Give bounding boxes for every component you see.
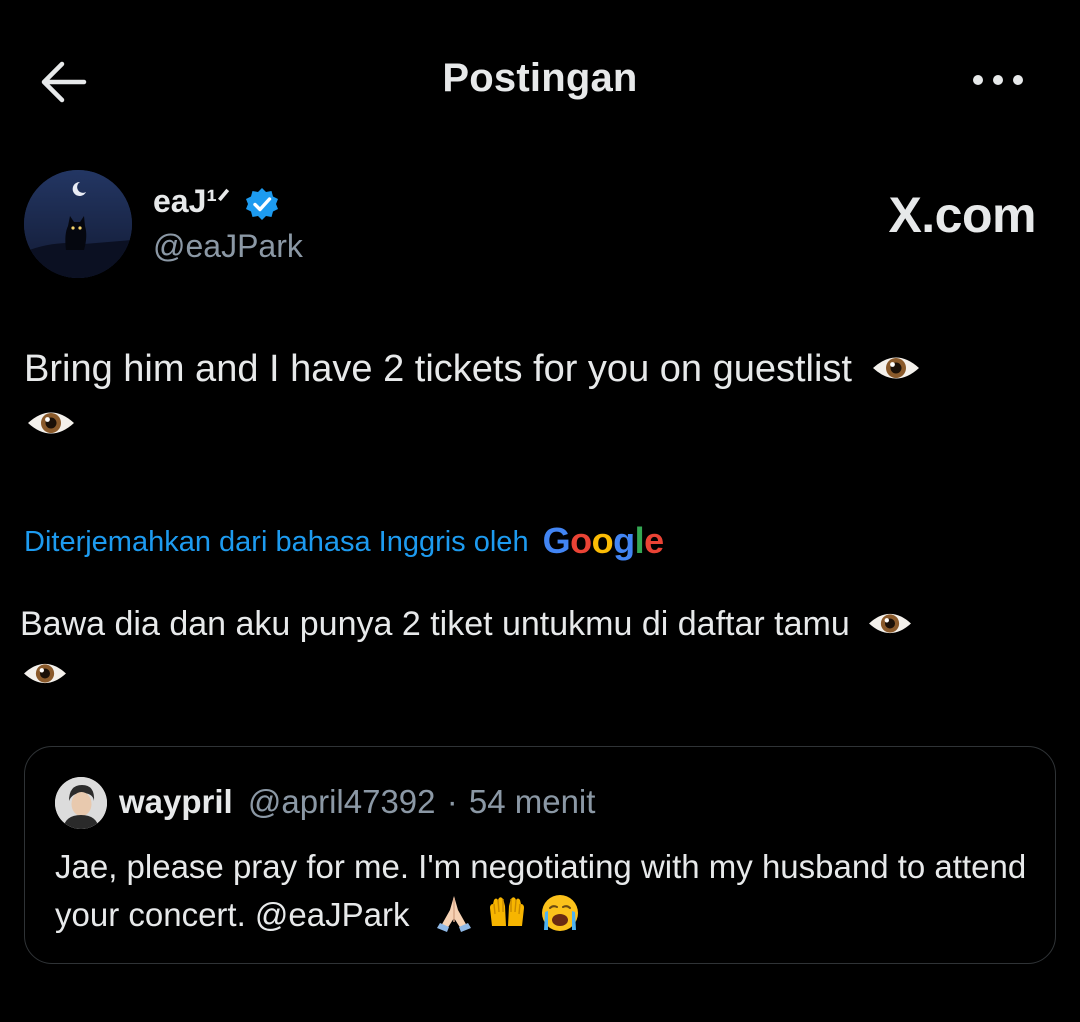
night-cat-avatar-image <box>24 170 132 278</box>
folded-hands-icon <box>436 896 471 932</box>
post-detail-page: Postingan eaJ¹ᐟ @eaJPark X.com Bring him… <box>0 0 1080 1022</box>
crying-face-icon <box>542 895 578 931</box>
translation-label: Diterjemahkan dari bahasa Inggris oleh <box>24 526 529 558</box>
raised-hands-icon <box>489 897 524 926</box>
author-avatar[interactable] <box>24 170 132 278</box>
author-handle[interactable]: @eaJPark <box>153 228 303 265</box>
quoted-author-avatar[interactable] <box>55 777 107 829</box>
top-bar: Postingan <box>0 0 1080 160</box>
translation-attribution[interactable]: Diterjemahkan dari bahasa Inggris oleh G… <box>24 520 664 562</box>
post-text: Bring him and I have 2 tickets for you o… <box>24 340 1024 440</box>
page-title: Postingan <box>442 56 638 100</box>
quoted-post-text: Jae, please pray for me. I'm negotiating… <box>55 843 1035 939</box>
translated-text-content: Bawa dia dan aku punya 2 tiket untukmu d… <box>20 605 850 643</box>
post-text-content: Bring him and I have 2 tickets for you o… <box>24 348 852 390</box>
eye-icon <box>869 613 912 634</box>
x-com-watermark: X.com <box>888 187 1036 243</box>
more-horizontal-icon <box>973 75 1023 85</box>
eye-icon <box>28 412 74 434</box>
more-options-button[interactable] <box>966 62 1030 98</box>
verified-badge-icon <box>246 188 278 220</box>
quoted-post-header: waypril @april47392 · 54 menit <box>119 783 595 821</box>
person-avatar-image <box>55 777 107 829</box>
meta-separator: · <box>446 783 458 820</box>
author-display-name[interactable]: eaJ¹ᐟ <box>153 182 231 220</box>
eye-icon <box>24 663 66 684</box>
quoted-post-card[interactable]: waypril @april47392 · 54 menit Jae, plea… <box>24 746 1056 964</box>
translated-text: Bawa dia dan aku punya 2 tiket untukmu d… <box>20 598 1040 689</box>
google-logo: Google <box>542 520 665 561</box>
quoted-post-time: 54 menit <box>468 783 596 820</box>
quoted-author-name[interactable]: waypril <box>119 783 233 820</box>
quoted-author-handle[interactable]: @april47392 <box>248 783 436 820</box>
eye-icon <box>872 357 919 379</box>
